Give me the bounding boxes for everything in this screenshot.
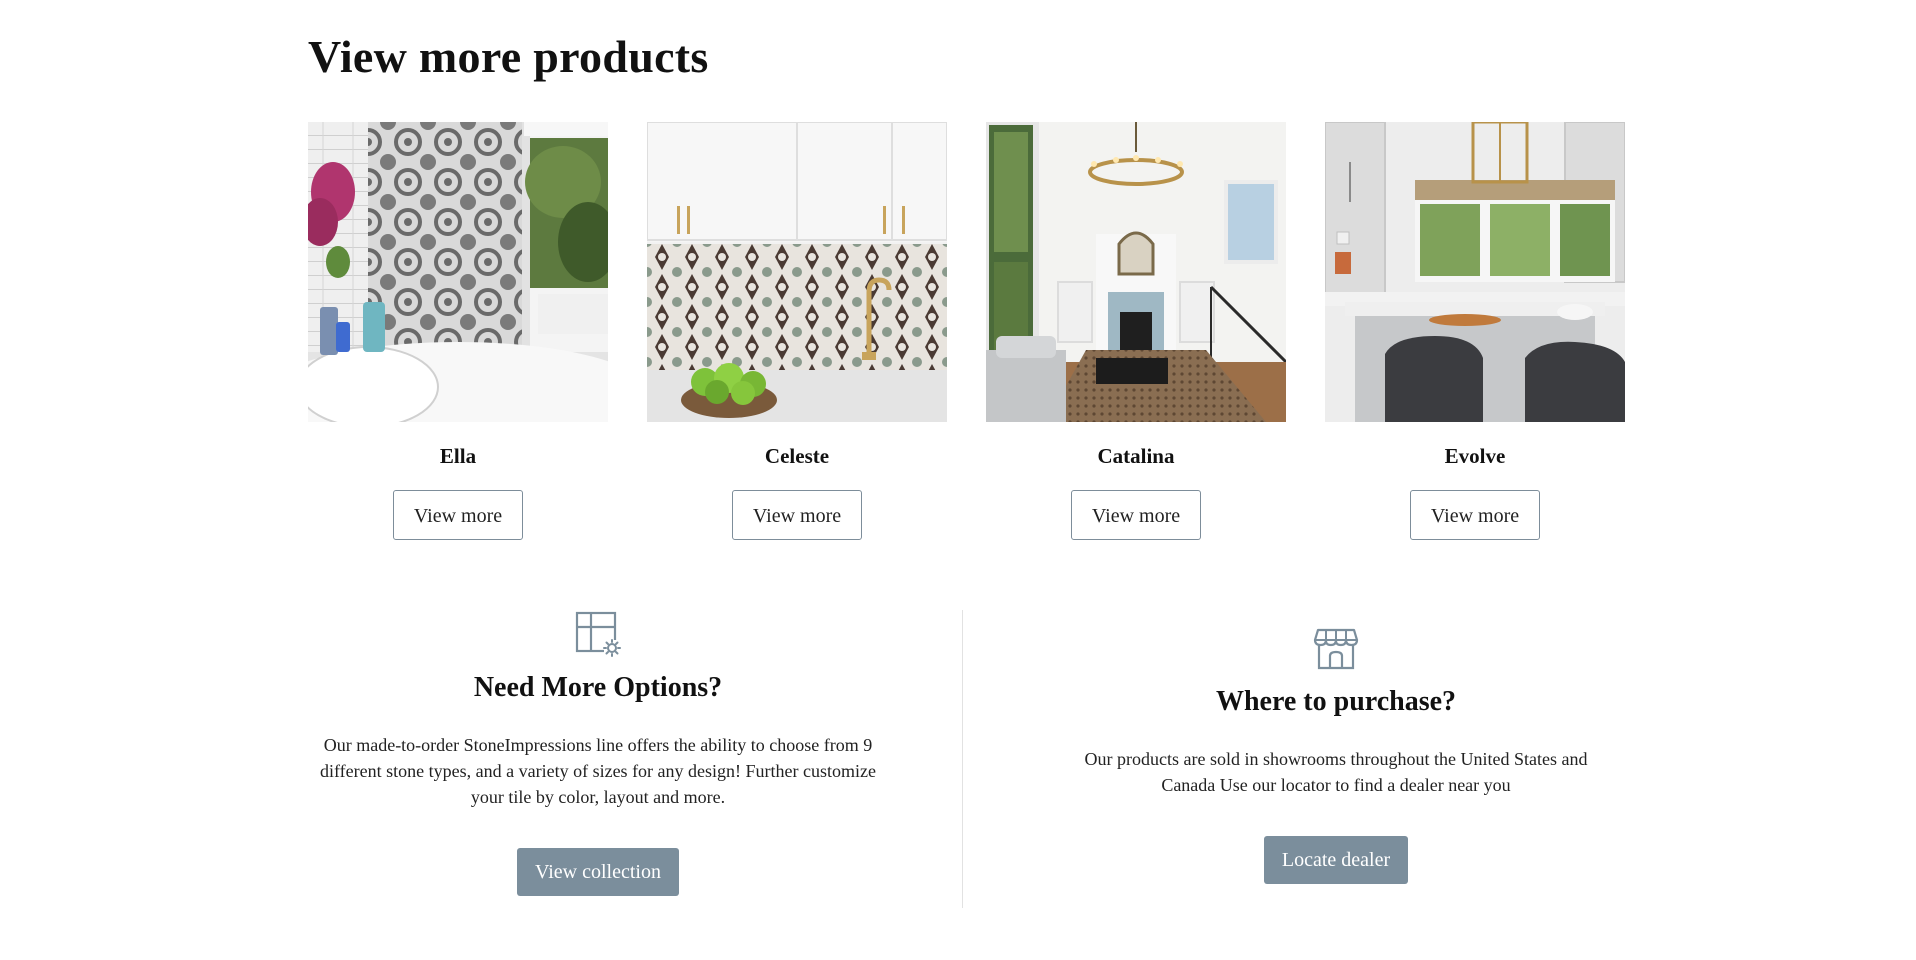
purchase-description: Our products are sold in showrooms throu…: [1084, 749, 1588, 795]
product-name: Celeste: [764, 444, 830, 468]
section-title: View more products: [308, 31, 709, 82]
view-more-button-catalina[interactable]: View more: [1071, 490, 1201, 540]
page: View more products Ella View more Celest…: [0, 0, 1916, 960]
product-image-celeste[interactable]: [647, 122, 947, 422]
storefront-icon: [1052, 626, 1620, 672]
product-card-evolve: Evolve View more: [1325, 122, 1625, 540]
view-more-button-celeste[interactable]: View more: [732, 490, 862, 540]
options-title: Need More Options?: [473, 672, 723, 703]
product-image-ella[interactable]: [308, 122, 608, 422]
product-name: Ella: [439, 444, 477, 468]
section-divider: [962, 610, 963, 908]
product-grid: Ella View more Celeste View more Catalin…: [308, 122, 1628, 542]
product-card-celeste: Celeste View more: [647, 122, 947, 540]
view-more-button-evolve[interactable]: View more: [1410, 490, 1540, 540]
purchase-panel: Where to purchase? Our products are sold…: [1052, 626, 1620, 884]
product-name: Catalina: [1097, 444, 1175, 468]
view-collection-button[interactable]: View collection: [517, 848, 679, 896]
purchase-title: Where to purchase?: [1215, 686, 1457, 717]
product-card-catalina: Catalina View more: [986, 122, 1286, 540]
view-more-button-ella[interactable]: View more: [393, 490, 523, 540]
product-name: Evolve: [1444, 444, 1506, 468]
options-description: Our made-to-order StoneImpressions line …: [320, 735, 876, 807]
options-panel: Need More Options? Our made-to-order Sto…: [308, 610, 888, 896]
grid-settings-icon: [308, 610, 888, 658]
product-image-catalina[interactable]: [986, 122, 1286, 422]
locate-dealer-button[interactable]: Locate dealer: [1263, 836, 1409, 884]
product-card-ella: Ella View more: [308, 122, 608, 540]
product-image-evolve[interactable]: [1325, 122, 1625, 422]
